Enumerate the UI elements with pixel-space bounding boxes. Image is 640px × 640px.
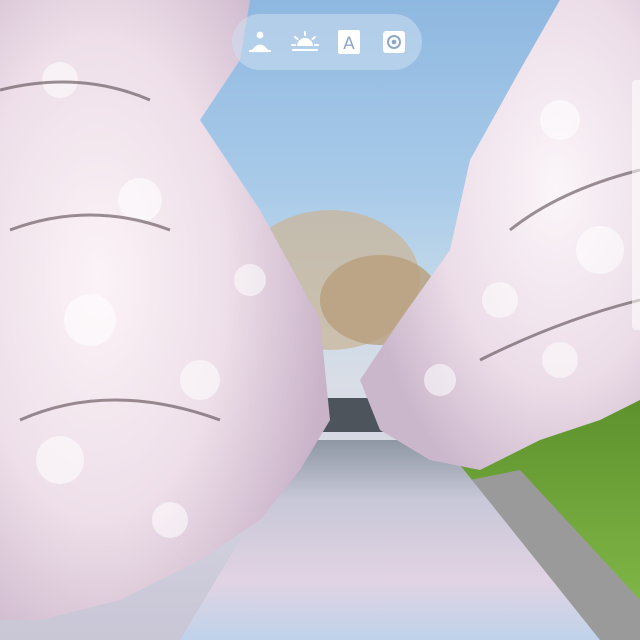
letter-a-glyph: A [343, 34, 355, 54]
circle-target-icon [382, 31, 405, 53]
letter-a-icon: A [338, 30, 361, 54]
background-photo: A [0, 0, 640, 640]
meditation-button[interactable] [242, 24, 278, 60]
sunrise-icon [290, 31, 319, 51]
target-button[interactable] [376, 24, 412, 60]
person-meditation-icon [249, 31, 272, 53]
scrollbar[interactable] [632, 80, 640, 330]
weather-button[interactable] [287, 24, 323, 60]
cherry-blossom-canal-scene [0, 0, 640, 640]
text-button[interactable]: A [331, 24, 367, 60]
floating-toolbar: A [232, 14, 422, 70]
